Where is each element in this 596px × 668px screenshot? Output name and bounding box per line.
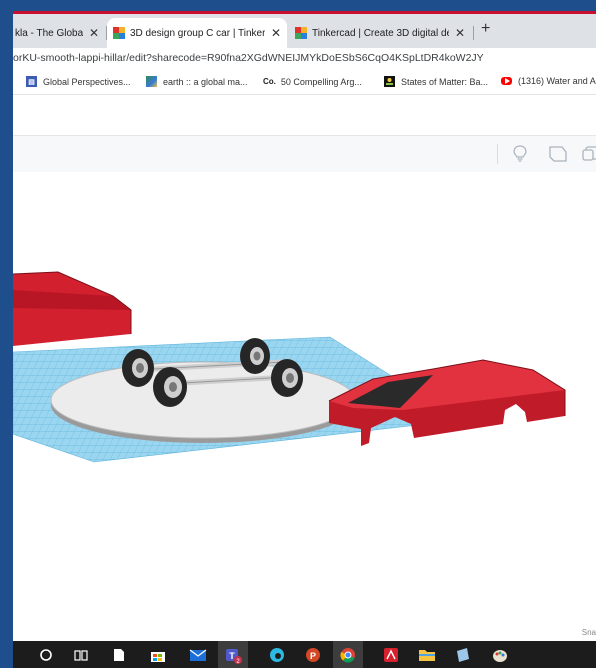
car-body-left[interactable] <box>13 271 132 346</box>
tinkercad-favicon-icon <box>295 27 307 39</box>
url-text[interactable]: orKU-smooth-lappi-hillar/edit?sharecode=… <box>13 52 484 64</box>
tab-title: kla - The Global <box>15 27 83 39</box>
co-logo-icon: Co. <box>263 77 276 86</box>
tab-title: 3D design group C car | Tinkerca <box>130 27 265 39</box>
tab-tinkercad[interactable]: Tinkercad | Create 3D digital desi ✕ <box>289 18 471 48</box>
desktop-left-edge <box>0 0 13 668</box>
file-icon[interactable] <box>109 645 129 665</box>
bookmark-label: earth :: a global ma... <box>163 76 248 87</box>
close-tab-icon[interactable]: ✕ <box>271 26 281 40</box>
tab-global-perspectives[interactable]: kla - The Global ✕ <box>13 18 105 48</box>
chrome-icon[interactable] <box>333 641 363 668</box>
bookmark-earth[interactable]: earth :: a global ma... <box>146 76 248 87</box>
gp-page-icon: ▤ <box>26 76 37 87</box>
file-explorer-icon[interactable] <box>417 645 437 665</box>
bookmark-label: States of Matter: Ba... <box>401 76 489 87</box>
tab-bar: kla - The Global ✕ 3D design group C car… <box>13 14 596 48</box>
notes-speech-icon[interactable] <box>546 142 570 166</box>
group-icon[interactable] <box>579 142 596 166</box>
acrobat-icon[interactable] <box>381 645 401 665</box>
close-tab-icon[interactable]: ✕ <box>89 26 99 40</box>
tinkercad-header <box>13 95 596 135</box>
powerpoint-icon[interactable]: P <box>303 645 323 665</box>
bookmark-global-perspectives[interactable]: ▤ Global Perspectives... <box>26 76 131 87</box>
tab-3d-design[interactable]: 3D design group C car | Tinkerca ✕ <box>107 18 287 48</box>
tinkercad-favicon-icon <box>113 27 125 39</box>
notes-icon[interactable] <box>453 645 473 665</box>
bookmark-label: 50 Compelling Arg... <box>280 76 362 87</box>
windows-taskbar: T2 P <box>13 641 596 668</box>
bookmarks-bar: ▤ Global Perspectives... earth :: a glob… <box>13 72 596 95</box>
lightbulb-icon[interactable] <box>508 142 532 166</box>
bookmark-label: (1316) Water and A <box>518 76 596 86</box>
bookmark-states-of-matter[interactable]: States of Matter: Ba... <box>384 76 488 87</box>
youtube-icon <box>501 77 512 85</box>
snap-grid-label[interactable]: Sna <box>582 628 596 637</box>
bookmark-label: Global Perspectives... <box>43 76 131 87</box>
phet-icon <box>384 76 395 87</box>
earth-map-icon <box>146 76 157 87</box>
store-icon[interactable] <box>148 645 168 665</box>
workplane-toolbar <box>13 135 596 173</box>
tab-title: Tinkercad | Create 3D digital desi <box>312 27 449 39</box>
mail-icon[interactable] <box>188 645 208 665</box>
close-tab-icon[interactable]: ✕ <box>455 26 465 40</box>
paint-icon[interactable] <box>490 645 510 665</box>
bookmark-compelling-arguments[interactable]: Co. 50 Compelling Arg... <box>263 76 362 87</box>
3d-workplane-viewport[interactable]: Sna <box>13 172 596 641</box>
teams-icon[interactable]: T2 <box>218 641 248 668</box>
new-tab-button[interactable]: + <box>481 20 490 38</box>
window-top-strip <box>0 0 596 14</box>
edge-icon[interactable] <box>267 645 287 665</box>
3d-scene[interactable] <box>13 172 596 641</box>
task-view-icon[interactable] <box>71 645 91 665</box>
bookmark-youtube[interactable]: (1316) Water and A <box>501 76 596 86</box>
svg-text:P: P <box>310 651 316 661</box>
address-bar[interactable]: orKU-smooth-lappi-hillar/edit?sharecode=… <box>13 48 596 70</box>
browser-window: kla - The Global ✕ 3D design group C car… <box>13 14 596 641</box>
base-disc[interactable] <box>50 361 356 443</box>
search-circle-icon[interactable] <box>36 645 56 665</box>
